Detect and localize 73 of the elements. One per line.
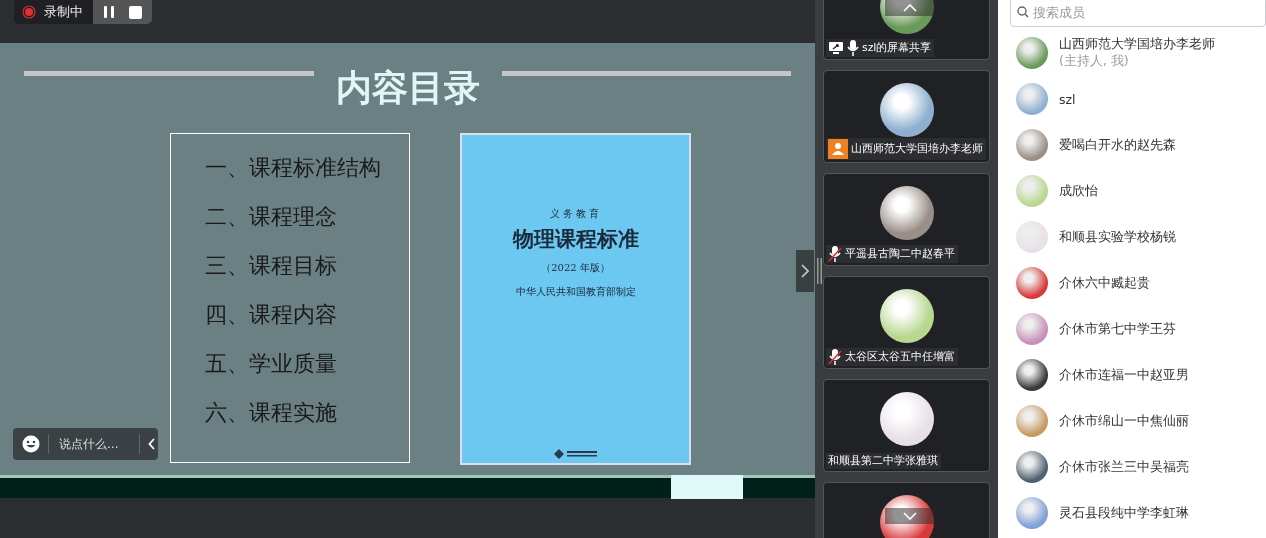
outline-item: 一、课程标准结构 [205, 154, 382, 182]
publisher-logo-icon [553, 449, 598, 459]
avatar-image [1016, 83, 1048, 115]
chevron-down-icon [903, 512, 917, 520]
member-name[interactable]: 成欣怡 [1059, 182, 1098, 200]
member-name[interactable]: 灵石县段纯中学李虹琳 [1059, 504, 1189, 522]
chevron-right-icon [801, 264, 809, 278]
participant-name: 和顺县第二中学张雅琪 [828, 454, 938, 468]
member-name[interactable]: 爱喝白开水的赵先森 [1059, 136, 1176, 154]
member-name[interactable]: 介休市第七中学王芬 [1059, 320, 1176, 338]
book-publisher: 中华人民共和国教育部制定 [515, 285, 636, 299]
chat-field[interactable]: 说点什么... [13, 428, 158, 460]
video-tile[interactable]: 山西师范大学国培办李老师 [823, 70, 990, 163]
search-field[interactable]: 搜索成员 [1010, 0, 1266, 27]
chat-input[interactable]: 说点什么... [49, 437, 139, 451]
avatar-image [879, 186, 934, 240]
video-tile[interactable]: 平遥县古陶二中赵春平 [823, 173, 990, 266]
outline-item: 五、学业质量 [205, 350, 338, 378]
avatar-image [1016, 451, 1048, 483]
muted-microphone-icon [828, 246, 842, 262]
member-name[interactable]: szl [1059, 91, 1076, 107]
avatar-image [879, 289, 934, 343]
search-icon [1017, 6, 1029, 18]
member-name[interactable]: 介休市连福一中赵亚男 [1059, 366, 1189, 384]
stop-icon[interactable] [129, 5, 142, 19]
emoji-icon[interactable] [22, 435, 40, 453]
avatar-image [879, 495, 934, 538]
slide-title: 内容目录 [334, 65, 481, 110]
participant-name: 太谷区太谷五中任增富 [845, 350, 955, 364]
splitter-handle[interactable] [817, 258, 822, 284]
avatar-image [1016, 267, 1048, 299]
avatar-image [1016, 359, 1048, 391]
member-name[interactable]: 山西师范大学国培办李老师 [1059, 36, 1215, 53]
book-edition: （2022 年版） [541, 261, 610, 275]
avatar-image [1016, 221, 1048, 253]
video-tile[interactable]: 和顺县第二中学张雅琪 [823, 379, 990, 472]
avatar-image [1016, 37, 1048, 69]
microphone-icon [847, 40, 859, 56]
member-name[interactable]: 和顺县实验学校杨锐 [1059, 228, 1176, 246]
outline-item: 三、课程目标 [205, 252, 338, 280]
member-role: (主持人, 我) [1059, 53, 1130, 70]
participant-name: szl的屏幕共享 [862, 41, 932, 55]
host-icon [828, 139, 848, 159]
screen-share-icon [828, 41, 844, 55]
video-tile[interactable]: 太谷区太谷五中任增富 [823, 276, 990, 369]
expand-panel-button[interactable] [796, 250, 814, 292]
avatar-image [879, 392, 934, 446]
avatar-image [879, 83, 934, 137]
scroll-down-button[interactable] [885, 508, 935, 524]
slide-footer-block [671, 475, 743, 499]
avatar-image [1016, 497, 1048, 529]
recording-status: 录制中 [44, 3, 83, 21]
book-series: 义务教育 [549, 207, 602, 221]
chevron-up-icon [903, 4, 917, 12]
participant-name: 山西师范大学国培办李老师 [851, 142, 983, 156]
member-name[interactable]: 介休市绵山一中焦仙丽 [1059, 412, 1189, 430]
scroll-up-button[interactable] [885, 0, 935, 16]
video-tile[interactable]: szl的屏幕共享 [823, 0, 990, 60]
avatar-image [1016, 129, 1048, 161]
avatar-image [1016, 405, 1048, 437]
record-icon [22, 5, 36, 19]
pause-icon[interactable] [103, 5, 115, 19]
muted-microphone-icon [828, 349, 842, 365]
outline-item: 四、课程内容 [205, 301, 338, 329]
member-name[interactable]: 介休市张兰三中吴福亮 [1059, 458, 1189, 476]
participant-name: 平遥县古陶二中赵春平 [845, 247, 955, 261]
outline-item: 二、课程理念 [205, 203, 338, 231]
outline-item: 六、课程实施 [205, 399, 338, 427]
avatar-image [1016, 175, 1048, 207]
avatar-image [1016, 313, 1048, 345]
collapse-icon[interactable] [148, 438, 156, 450]
book-title: 物理课程标准 [512, 225, 639, 253]
member-name[interactable]: 介休六中臧起贵 [1059, 274, 1150, 292]
